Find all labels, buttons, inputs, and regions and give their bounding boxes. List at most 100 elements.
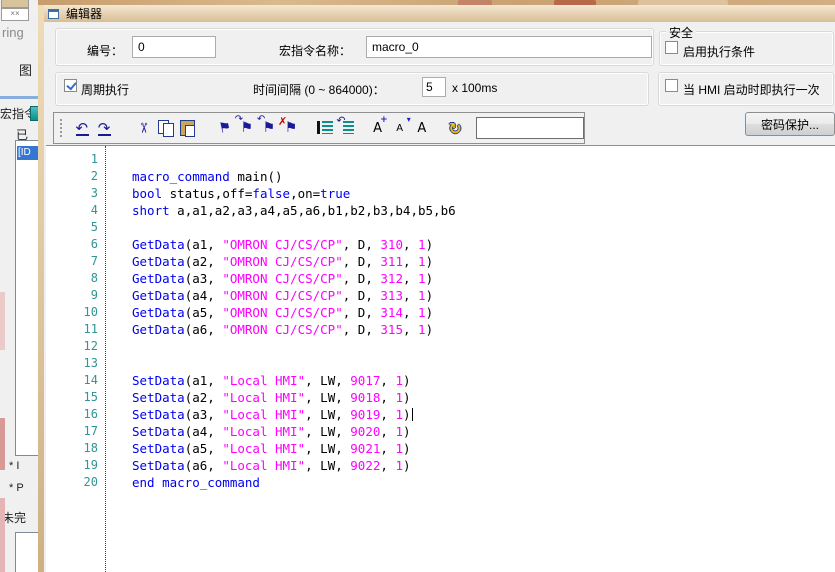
password-protect-button[interactable]: 密码保护... <box>745 112 835 136</box>
code-line[interactable]: 18SetData(a5, "Local HMI", LW, 9021, 1) <box>46 440 826 457</box>
code-line[interactable]: 19SetData(a6, "Local HMI", LW, 9022, 1) <box>46 457 826 474</box>
macro-name-input[interactable] <box>366 36 652 58</box>
background-window-fragment <box>0 498 5 572</box>
bookmark-clear-icon[interactable]: ⚑ <box>281 117 301 139</box>
code-line[interactable]: 20end macro_command <box>46 474 826 491</box>
code-text: end macro_command <box>105 474 260 491</box>
line-number: 8 <box>46 270 105 287</box>
code-text: GetData(a2, "OMRON CJ/CS/CP", D, 311, 1) <box>105 253 433 270</box>
code-line[interactable]: 16SetData(a3, "Local HMI", LW, 9019, 1) <box>46 406 826 423</box>
code-text: macro_command main() <box>105 168 283 185</box>
number-input[interactable] <box>132 36 216 58</box>
code-text <box>105 151 132 168</box>
redo-icon[interactable]: ↷ <box>94 117 114 139</box>
code-text: GetData(a5, "OMRON CJ/CS/CP", D, 314, 1) <box>105 304 433 321</box>
outdent-icon[interactable] <box>336 117 356 139</box>
toolbox-button-partial-icon[interactable] <box>1 0 29 8</box>
xx-tool-icon[interactable]: ×× <box>1 8 29 21</box>
interval-input[interactable] <box>422 77 446 97</box>
line-number: 18 <box>46 440 105 457</box>
secondary-list[interactable] <box>15 532 40 572</box>
indent-icon[interactable] <box>314 117 334 139</box>
line-number: 4 <box>46 202 105 219</box>
bookmark-prev-icon[interactable]: ⚑ <box>259 117 279 139</box>
line-number: 20 <box>46 474 105 491</box>
code-line[interactable]: 15SetData(a2, "Local HMI", LW, 9018, 1) <box>46 389 826 406</box>
code-line[interactable]: 12 <box>46 338 826 355</box>
periodic-label: 周期执行 <box>81 81 129 98</box>
code-text <box>105 219 132 236</box>
background-app-panel: ×× ring 图 宏指令 已编 [ID * I * P 未完 <box>0 0 39 572</box>
font-icon[interactable]: A <box>412 117 432 139</box>
dialog-icon <box>48 9 59 19</box>
periodic-checkbox[interactable] <box>64 79 77 92</box>
line-number: 16 <box>46 406 105 423</box>
code-text: GetData(a6, "OMRON CJ/CS/CP", D, 315, 1) <box>105 321 433 338</box>
dialog-titlebar[interactable]: 编辑器 <box>44 5 835 22</box>
star-p-label: * P <box>9 482 24 494</box>
enable-condition-label: 启用执行条件 <box>683 43 755 60</box>
enable-condition-checkbox[interactable] <box>665 41 678 54</box>
code-lines: 12macro_command main()3bool status,off=f… <box>46 151 826 491</box>
code-text: SetData(a6, "Local HMI", LW, 9022, 1) <box>105 457 411 474</box>
code-line[interactable]: 11GetData(a6, "OMRON CJ/CS/CP", D, 315, … <box>46 321 826 338</box>
code-line[interactable]: 3bool status,off=false,on=true <box>46 185 826 202</box>
ring-label: ring <box>2 25 24 40</box>
library-label: 图 <box>19 60 32 79</box>
cut-icon[interactable]: ✂ <box>132 118 154 138</box>
line-number: 5 <box>46 219 105 236</box>
panel-divider <box>0 96 38 99</box>
line-number: 11 <box>46 321 105 338</box>
code-line[interactable]: 5 <box>46 219 826 236</box>
undo-icon[interactable]: ↶ <box>72 117 92 139</box>
text-cursor <box>412 408 413 421</box>
line-number: 17 <box>46 423 105 440</box>
run-on-startup-checkbox[interactable] <box>665 79 678 92</box>
code-line[interactable]: 14SetData(a1, "Local HMI", LW, 9017, 1) <box>46 372 826 389</box>
interval-unit-label: x 100ms <box>452 81 497 95</box>
code-text: SetData(a3, "Local HMI", LW, 9019, 1) <box>105 406 413 423</box>
code-line[interactable]: 6GetData(a1, "OMRON CJ/CS/CP", D, 310, 1… <box>46 236 826 253</box>
code-line[interactable]: 10GetData(a5, "OMRON CJ/CS/CP", D, 314, … <box>46 304 826 321</box>
code-text: GetData(a1, "OMRON CJ/CS/CP", D, 310, 1) <box>105 236 433 253</box>
code-line[interactable]: 8GetData(a3, "OMRON CJ/CS/CP", D, 312, 1… <box>46 270 826 287</box>
code-line[interactable]: 4short a,a1,a2,a3,a4,a5,a6,b1,b2,b3,b4,b… <box>46 202 826 219</box>
macro-list-selected-item[interactable]: [ID <box>17 146 38 160</box>
bookmark-next-icon[interactable]: ⚑ <box>237 117 257 139</box>
line-number: 7 <box>46 253 105 270</box>
code-line[interactable]: 7GetData(a2, "OMRON CJ/CS/CP", D, 311, 1… <box>46 253 826 270</box>
background-window-fragment <box>0 292 5 350</box>
replace-icon[interactable]: ↻ <box>445 117 465 139</box>
font-increase-icon[interactable]: A <box>367 117 387 139</box>
run-on-startup-label: 当 HMI 启动时即执行一次 <box>683 81 820 98</box>
line-number: 19 <box>46 457 105 474</box>
code-line[interactable]: 13 <box>46 355 826 372</box>
macro-list[interactable]: [ID <box>15 140 40 456</box>
code-text: short a,a1,a2,a3,a4,a5,a6,b1,b2,b3,b4,b5… <box>105 202 456 219</box>
code-line[interactable]: 2macro_command main() <box>46 168 826 185</box>
line-number: 12 <box>46 338 105 355</box>
dialog-title: 编辑器 <box>66 5 102 22</box>
toolbar-grip[interactable] <box>60 119 65 137</box>
code-line[interactable]: 1 <box>46 151 826 168</box>
unfinished-group-label: 未完 <box>2 509 26 526</box>
code-text: SetData(a1, "Local HMI", LW, 9017, 1) <box>105 372 411 389</box>
code-text: SetData(a4, "Local HMI", LW, 9020, 1) <box>105 423 411 440</box>
background-window-fragment <box>0 418 5 470</box>
keyword-search-input[interactable] <box>476 117 584 139</box>
copy-icon[interactable] <box>155 117 175 139</box>
code-line[interactable]: 9GetData(a4, "OMRON CJ/CS/CP", D, 313, 1… <box>46 287 826 304</box>
code-text: GetData(a4, "OMRON CJ/CS/CP", D, 313, 1) <box>105 287 433 304</box>
editor-toolbar: ↶↷✂⚑⚑⚑⚑AAA↻ <box>53 112 585 144</box>
star-i-label: * I <box>9 460 19 472</box>
code-text <box>105 355 132 372</box>
font-decrease-icon[interactable]: A <box>390 117 410 139</box>
code-text <box>105 338 132 355</box>
paste-icon[interactable] <box>177 117 197 139</box>
line-number: 13 <box>46 355 105 372</box>
bookmark-toggle-icon[interactable]: ⚑ <box>212 115 236 141</box>
line-number: 3 <box>46 185 105 202</box>
code-line[interactable]: 17SetData(a4, "Local HMI", LW, 9020, 1) <box>46 423 826 440</box>
code-text: SetData(a5, "Local HMI", LW, 9021, 1) <box>105 440 411 457</box>
code-text: SetData(a2, "Local HMI", LW, 9018, 1) <box>105 389 411 406</box>
